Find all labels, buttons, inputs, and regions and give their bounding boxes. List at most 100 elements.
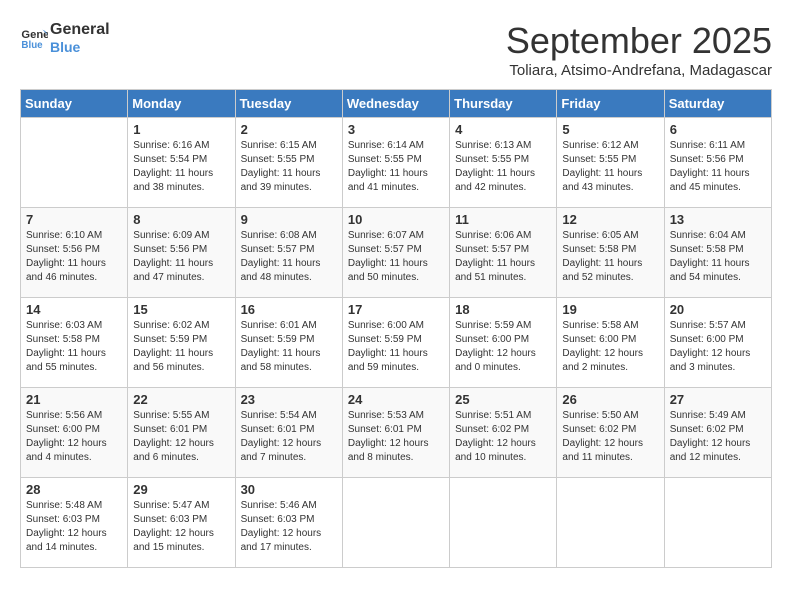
day-number: 27 <box>670 392 766 407</box>
day-number: 23 <box>241 392 337 407</box>
logo-general: General <box>50 20 110 39</box>
calendar-cell <box>450 478 557 568</box>
day-info: Sunrise: 5:49 AM Sunset: 6:02 PM Dayligh… <box>670 409 766 465</box>
day-info: Sunrise: 6:02 AM Sunset: 5:59 PM Dayligh… <box>133 319 229 375</box>
svg-text:Blue: Blue <box>21 40 43 51</box>
day-number: 18 <box>455 302 551 317</box>
calendar-week-3: 14 Sunrise: 6:03 AM Sunset: 5:58 PM Dayli… <box>21 298 772 388</box>
calendar-week-2: 7 Sunrise: 6:10 AM Sunset: 5:56 PM Daylig… <box>21 208 772 298</box>
day-number: 30 <box>241 482 337 497</box>
day-number: 22 <box>133 392 229 407</box>
calendar-cell: 25 Sunrise: 5:51 AM Sunset: 6:02 PM Dayli… <box>450 388 557 478</box>
day-number: 14 <box>26 302 122 317</box>
day-number: 3 <box>348 122 444 137</box>
day-number: 28 <box>26 482 122 497</box>
day-number: 2 <box>241 122 337 137</box>
calendar-week-1: 1Sunrise: 6:16 AM Sunset: 5:54 PM Daylig… <box>21 118 772 208</box>
weekday-header-row: SundayMondayTuesdayWednesdayThursdayFrid… <box>21 90 772 118</box>
day-info: Sunrise: 6:01 AM Sunset: 5:59 PM Dayligh… <box>241 319 337 375</box>
day-info: Sunrise: 6:15 AM Sunset: 5:55 PM Dayligh… <box>241 139 337 195</box>
logo-blue: Blue <box>50 39 110 56</box>
day-info: Sunrise: 5:55 AM Sunset: 6:01 PM Dayligh… <box>133 409 229 465</box>
calendar-cell: 3 Sunrise: 6:14 AM Sunset: 5:55 PM Daylig… <box>342 118 449 208</box>
day-info: Sunrise: 5:57 AM Sunset: 6:00 PM Dayligh… <box>670 319 766 375</box>
calendar-cell <box>21 118 128 208</box>
page-header: General Blue General Blue September 2025… <box>20 20 772 79</box>
calendar-week-5: 28 Sunrise: 5:48 AM Sunset: 6:03 PM Dayli… <box>21 478 772 568</box>
calendar-cell: 12Sunrise: 6:05 AM Sunset: 5:58 PM Dayli… <box>557 208 664 298</box>
day-info: Sunrise: 6:09 AM Sunset: 5:56 PM Dayligh… <box>133 229 229 285</box>
calendar-table: SundayMondayTuesdayWednesdayThursdayFrid… <box>20 89 772 568</box>
day-number: 16 <box>241 302 337 317</box>
day-number: 25 <box>455 392 551 407</box>
calendar-cell: 1Sunrise: 6:16 AM Sunset: 5:54 PM Daylig… <box>128 118 235 208</box>
calendar-cell: 20Sunrise: 5:57 AM Sunset: 6:00 PM Dayli… <box>664 298 771 388</box>
day-number: 10 <box>348 212 444 227</box>
logo: General Blue General Blue <box>20 20 110 56</box>
day-number: 4 <box>455 122 551 137</box>
calendar-cell: 16 Sunrise: 6:01 AM Sunset: 5:59 PM Dayli… <box>235 298 342 388</box>
day-number: 5 <box>562 122 658 137</box>
day-info: Sunrise: 6:11 AM Sunset: 5:56 PM Dayligh… <box>670 139 766 195</box>
day-number: 24 <box>348 392 444 407</box>
location-title: Toliara, Atsimo-Andrefana, Madagascar <box>506 62 772 79</box>
day-info: Sunrise: 6:05 AM Sunset: 5:58 PM Dayligh… <box>562 229 658 285</box>
day-number: 11 <box>455 212 551 227</box>
day-info: Sunrise: 6:03 AM Sunset: 5:58 PM Dayligh… <box>26 319 122 375</box>
day-info: Sunrise: 5:51 AM Sunset: 6:02 PM Dayligh… <box>455 409 551 465</box>
calendar-week-4: 21 Sunrise: 5:56 AM Sunset: 6:00 PM Dayli… <box>21 388 772 478</box>
day-number: 9 <box>241 212 337 227</box>
weekday-header-wednesday: Wednesday <box>342 90 449 118</box>
day-number: 8 <box>133 212 229 227</box>
calendar-cell: 18 Sunrise: 5:59 AM Sunset: 6:00 PM Dayli… <box>450 298 557 388</box>
day-info: Sunrise: 6:16 AM Sunset: 5:54 PM Dayligh… <box>133 139 229 195</box>
day-number: 7 <box>26 212 122 227</box>
calendar-cell: 26Sunrise: 5:50 AM Sunset: 6:02 PM Dayli… <box>557 388 664 478</box>
day-number: 6 <box>670 122 766 137</box>
calendar-cell: 19Sunrise: 5:58 AM Sunset: 6:00 PM Dayli… <box>557 298 664 388</box>
calendar-cell: 15 Sunrise: 6:02 AM Sunset: 5:59 PM Dayli… <box>128 298 235 388</box>
calendar-cell: 7 Sunrise: 6:10 AM Sunset: 5:56 PM Daylig… <box>21 208 128 298</box>
day-info: Sunrise: 6:10 AM Sunset: 5:56 PM Dayligh… <box>26 229 122 285</box>
weekday-header-saturday: Saturday <box>664 90 771 118</box>
day-number: 13 <box>670 212 766 227</box>
calendar-cell: 11Sunrise: 6:06 AM Sunset: 5:57 PM Dayli… <box>450 208 557 298</box>
day-info: Sunrise: 6:14 AM Sunset: 5:55 PM Dayligh… <box>348 139 444 195</box>
calendar-cell: 22 Sunrise: 5:55 AM Sunset: 6:01 PM Dayli… <box>128 388 235 478</box>
day-info: Sunrise: 6:13 AM Sunset: 5:55 PM Dayligh… <box>455 139 551 195</box>
calendar-cell: 23 Sunrise: 5:54 AM Sunset: 6:01 PM Dayli… <box>235 388 342 478</box>
day-info: Sunrise: 5:47 AM Sunset: 6:03 PM Dayligh… <box>133 499 229 555</box>
day-info: Sunrise: 6:07 AM Sunset: 5:57 PM Dayligh… <box>348 229 444 285</box>
day-info: Sunrise: 5:54 AM Sunset: 6:01 PM Dayligh… <box>241 409 337 465</box>
calendar-cell <box>664 478 771 568</box>
weekday-header-friday: Friday <box>557 90 664 118</box>
calendar-cell: 28 Sunrise: 5:48 AM Sunset: 6:03 PM Dayli… <box>21 478 128 568</box>
calendar-cell: 21 Sunrise: 5:56 AM Sunset: 6:00 PM Dayli… <box>21 388 128 478</box>
calendar-cell: 27 Sunrise: 5:49 AM Sunset: 6:02 PM Dayli… <box>664 388 771 478</box>
day-info: Sunrise: 5:48 AM Sunset: 6:03 PM Dayligh… <box>26 499 122 555</box>
calendar-cell <box>557 478 664 568</box>
day-number: 21 <box>26 392 122 407</box>
calendar-cell: 29 Sunrise: 5:47 AM Sunset: 6:03 PM Dayli… <box>128 478 235 568</box>
weekday-header-monday: Monday <box>128 90 235 118</box>
day-info: Sunrise: 5:56 AM Sunset: 6:00 PM Dayligh… <box>26 409 122 465</box>
day-info: Sunrise: 6:08 AM Sunset: 5:57 PM Dayligh… <box>241 229 337 285</box>
calendar-cell: 10 Sunrise: 6:07 AM Sunset: 5:57 PM Dayli… <box>342 208 449 298</box>
day-number: 26 <box>562 392 658 407</box>
calendar-cell: 6 Sunrise: 6:11 AM Sunset: 5:56 PM Daylig… <box>664 118 771 208</box>
calendar-cell: 30Sunrise: 5:46 AM Sunset: 6:03 PM Dayli… <box>235 478 342 568</box>
day-number: 15 <box>133 302 229 317</box>
calendar-cell: 17Sunrise: 6:00 AM Sunset: 5:59 PM Dayli… <box>342 298 449 388</box>
title-block: September 2025 Toliara, Atsimo-Andrefana… <box>506 20 772 79</box>
calendar-cell: 24Sunrise: 5:53 AM Sunset: 6:01 PM Dayli… <box>342 388 449 478</box>
day-info: Sunrise: 5:59 AM Sunset: 6:00 PM Dayligh… <box>455 319 551 375</box>
day-info: Sunrise: 5:58 AM Sunset: 6:00 PM Dayligh… <box>562 319 658 375</box>
calendar-cell: 5 Sunrise: 6:12 AM Sunset: 5:55 PM Daylig… <box>557 118 664 208</box>
weekday-header-sunday: Sunday <box>21 90 128 118</box>
day-info: Sunrise: 6:12 AM Sunset: 5:55 PM Dayligh… <box>562 139 658 195</box>
calendar-cell: 8 Sunrise: 6:09 AM Sunset: 5:56 PM Daylig… <box>128 208 235 298</box>
weekday-header-tuesday: Tuesday <box>235 90 342 118</box>
month-title: September 2025 <box>506 20 772 62</box>
day-number: 29 <box>133 482 229 497</box>
calendar-body: 1Sunrise: 6:16 AM Sunset: 5:54 PM Daylig… <box>21 118 772 568</box>
